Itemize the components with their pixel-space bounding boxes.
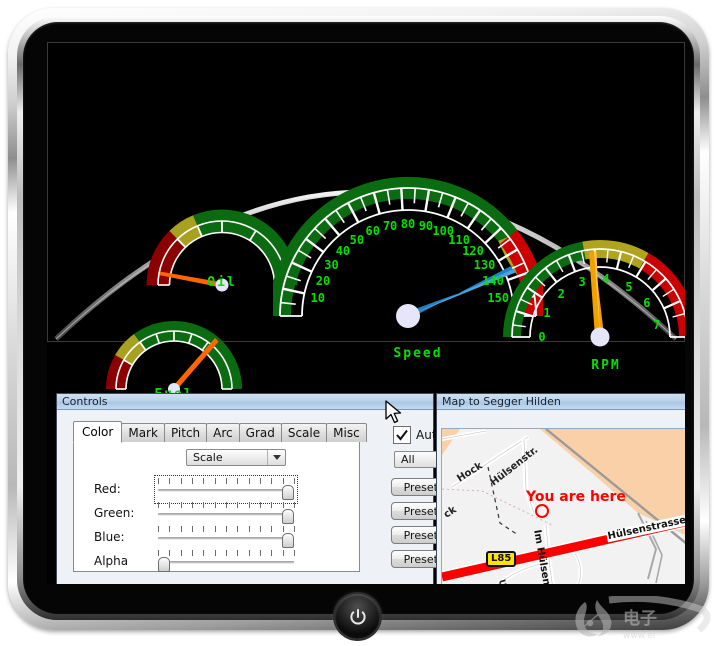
gauge-tick-label: 130	[473, 257, 496, 272]
gauge-tick-label: 1	[543, 306, 551, 321]
slider-track	[158, 561, 294, 564]
slider-track	[158, 513, 294, 516]
slider-label: Alpha	[94, 554, 129, 568]
auto-checkbox[interactable]	[393, 426, 411, 444]
tab-label: Misc	[333, 426, 360, 440]
tab-label: Color	[82, 425, 114, 439]
slider-thumb[interactable]	[282, 509, 294, 524]
slider-blue[interactable]	[156, 525, 296, 550]
gauge-tick-label: 20	[315, 273, 331, 288]
road-shield-label: L85	[491, 553, 512, 564]
gauge-tick-label: 0	[538, 330, 546, 344]
map-window-title: Map to Segger Hilden	[437, 394, 685, 410]
slider-track	[158, 537, 294, 540]
tab-label: Scale	[287, 426, 321, 440]
target-element-combo[interactable]: Scale	[186, 449, 286, 466]
tab-color[interactable]: Color	[73, 421, 123, 443]
tab-arc[interactable]: Arc	[206, 423, 240, 442]
tab-scale[interactable]: Scale	[280, 423, 328, 442]
chevron-down-icon[interactable]	[267, 450, 285, 465]
controls-window: Controls Color Mark Pitch Arc Grad Scale Misc …	[56, 393, 461, 584]
gauge-tick-label: 7	[653, 317, 661, 332]
tab-label: Mark	[128, 426, 158, 440]
tab-pitch[interactable]: Pitch	[163, 423, 208, 442]
slider-row-red: Red:	[84, 475, 354, 504]
slider-thumb[interactable]	[282, 533, 294, 548]
scope-combo-value: All	[401, 453, 415, 466]
controls-tab-panel-color: Scale Red: Green: Blue: Alpha	[73, 438, 360, 572]
map-graphic	[442, 429, 685, 584]
map-canvas[interactable]: Hock ck Hülsenstr. Hülsenstrasse Im Hüls…	[441, 428, 685, 584]
gauge-oil-label: Oil	[207, 275, 237, 290]
power-icon	[349, 608, 366, 624]
target-element-combo-value: Scale	[193, 451, 223, 464]
slider-thumb[interactable]	[158, 557, 170, 572]
slider-label: Green:	[94, 506, 135, 520]
tab-grad[interactable]: Grad	[238, 423, 282, 442]
gauge-rpm-label: RPM	[591, 358, 621, 373]
controls-tabstrip[interactable]: Color Mark Pitch Arc Grad Scale Misc	[73, 420, 367, 443]
tab-label: Pitch	[170, 426, 201, 440]
slider-row-alpha: Alpha	[84, 549, 354, 575]
gauge-tick-label: 5	[625, 279, 633, 294]
device-bezel-inner: Oil 10 20 30 40 50 60 70 80 90 100 110 1…	[17, 16, 700, 639]
slider-row-green: Green:	[84, 501, 354, 527]
gauge-tick-label: 30	[324, 257, 339, 272]
slider-label: Blue:	[94, 530, 125, 544]
device-screen: Oil 10 20 30 40 50 60 70 80 90 100 110 1…	[47, 42, 685, 584]
slider-thumb[interactable]	[282, 485, 294, 500]
tab-misc[interactable]: Misc	[326, 423, 367, 442]
gauge-tick-label: 120	[462, 243, 484, 258]
gauge-speed-label: Speed	[393, 346, 443, 361]
slider-ticks	[158, 502, 295, 509]
gauge-tick-label: 6	[643, 295, 651, 310]
road-shield-l85: L85	[486, 551, 517, 567]
power-button[interactable]	[335, 594, 380, 639]
tab-label: Grad	[245, 426, 275, 440]
slider-red[interactable]	[154, 475, 298, 504]
gauge-tick-label: 2	[557, 286, 565, 301]
slider-label: Red:	[94, 482, 121, 496]
screenshot-root: Oil 10 20 30 40 50 60 70 80 90 100 110 1…	[0, 0, 717, 646]
slider-track	[158, 489, 294, 492]
slider-green[interactable]	[156, 501, 296, 526]
controls-window-title: Controls	[57, 394, 433, 410]
map-window: Map to Segger Hilden Hock ck Hülsenstr. …	[436, 393, 685, 584]
slider-ticks	[158, 526, 295, 533]
map-you-are-here-text: You are here	[526, 489, 626, 505]
check-icon	[396, 429, 408, 441]
tab-mark[interactable]: Mark	[121, 423, 165, 442]
gauge-tick-label: 10	[310, 291, 325, 306]
dashboard-panel: Oil 10 20 30 40 50 60 70 80 90 100 110 1…	[47, 42, 685, 402]
slider-row-blue: Blue:	[84, 525, 354, 551]
svg-text:www.el: www.el	[623, 631, 655, 641]
slider-ticks	[158, 478, 295, 485]
device-bezel-outer: Oil 10 20 30 40 50 60 70 80 90 100 110 1…	[8, 8, 709, 639]
device-body: Oil 10 20 30 40 50 60 70 80 90 100 110 1…	[23, 22, 694, 639]
slider-alpha[interactable]	[156, 549, 296, 574]
slider-ticks	[158, 550, 295, 557]
tab-label: Arc	[213, 426, 233, 440]
